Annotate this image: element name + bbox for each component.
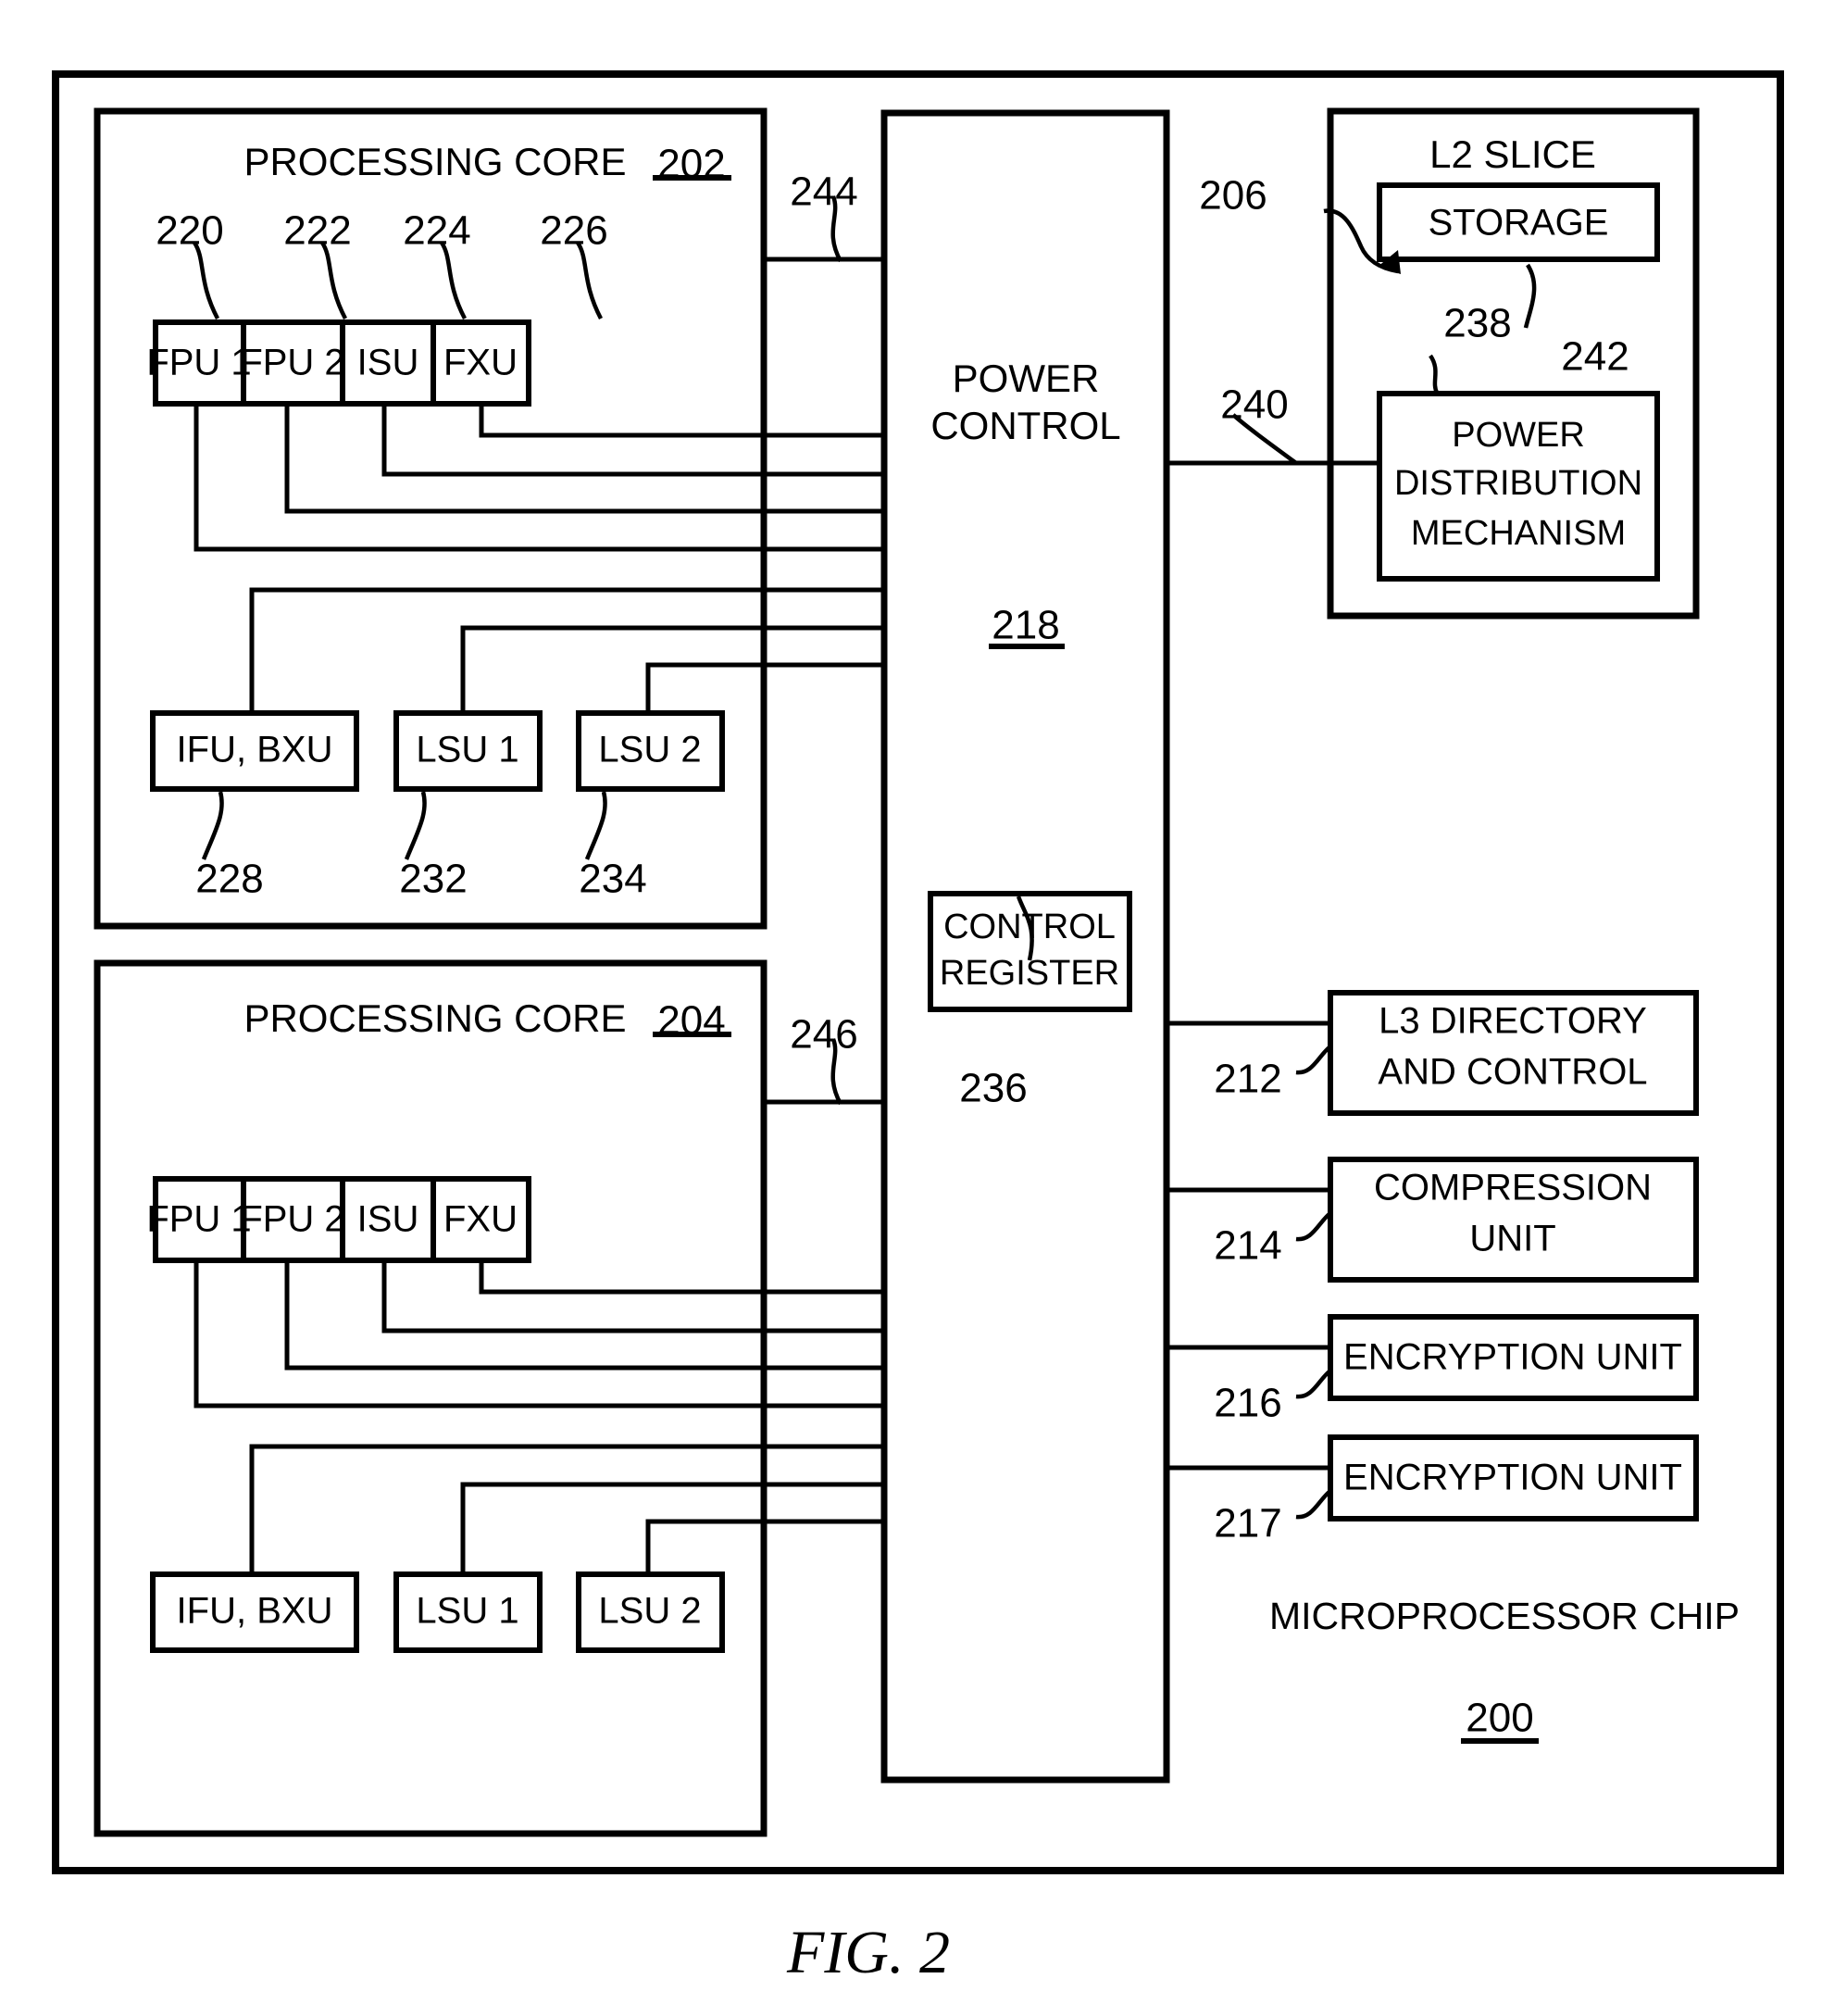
ref-217: 217 — [1214, 1501, 1281, 1546]
ref-220: 220 — [156, 208, 223, 254]
compression-line1: COMPRESSION — [1374, 1168, 1652, 1208]
ref-242: 242 — [1561, 334, 1629, 380]
core202-ifubxu-label: IFU, BXU — [177, 730, 333, 770]
core202-fxu-label: FXU — [443, 343, 518, 383]
ref-214: 214 — [1214, 1223, 1281, 1269]
core204-lsu2-label: LSU 2 — [598, 1591, 701, 1632]
chip-ref: 200 — [1466, 1696, 1533, 1741]
core202-lsu2-label: LSU 2 — [598, 730, 701, 770]
core204-isu-label: ISU — [357, 1199, 419, 1240]
pdm-line3: MECHANISM — [1411, 514, 1626, 553]
ref-236: 236 — [959, 1066, 1027, 1111]
encryption-216-label: ENCRYPTION UNIT — [1343, 1337, 1682, 1378]
chip-label: MICROPROCESSOR CHIP — [1269, 1595, 1740, 1637]
ref-228: 228 — [195, 857, 263, 902]
encryption-217-label: ENCRYPTION UNIT — [1343, 1458, 1682, 1498]
ref-234: 234 — [579, 857, 646, 902]
ref-246: 246 — [790, 1012, 857, 1058]
core204-ref: 204 — [657, 998, 725, 1044]
compression-line2: UNIT — [1469, 1219, 1555, 1259]
pdm-line1: POWER — [1452, 416, 1585, 455]
l2-slice-title: L2 SLICE — [1429, 132, 1596, 176]
power-control-line2: CONTROL — [930, 404, 1120, 447]
core204-fpu1-label: FPU 1 — [146, 1199, 251, 1240]
core202-fpu1-label: FPU 1 — [146, 343, 251, 383]
diagram-canvas: PROCESSING CORE 202 220 222 224 226 FPU … — [52, 70, 1784, 1986]
ref-244: 244 — [790, 169, 857, 215]
l3-directory-line1: L3 DIRECTORY — [1379, 1001, 1647, 1042]
core202-lsu1-label: LSU 1 — [416, 730, 518, 770]
core204-lsu1-label: LSU 1 — [416, 1591, 518, 1632]
ref-222: 222 — [283, 208, 351, 254]
ref-226: 226 — [540, 208, 607, 254]
figure-caption: FIG. 2 — [786, 1919, 950, 1986]
ref-238: 238 — [1443, 301, 1511, 346]
ref-212: 212 — [1214, 1057, 1281, 1102]
control-register-line1: CONTROL — [943, 908, 1116, 946]
pdm-line2: DISTRIBUTION — [1394, 464, 1642, 503]
core202-title: PROCESSING CORE — [243, 140, 626, 183]
ref-216: 216 — [1214, 1381, 1281, 1426]
ref-232: 232 — [399, 857, 467, 902]
core204-ifubxu-label: IFU, BXU — [177, 1591, 333, 1632]
ref-240: 240 — [1220, 382, 1288, 428]
l3-directory-line2: AND CONTROL — [1378, 1052, 1647, 1093]
ref-206: 206 — [1199, 173, 1267, 219]
control-register-line2: REGISTER — [940, 954, 1119, 993]
l2-storage-label: STORAGE — [1429, 203, 1609, 244]
ref-218: 218 — [992, 603, 1059, 648]
core202-ref: 202 — [657, 142, 725, 187]
core204-fxu-label: FXU — [443, 1199, 518, 1240]
core204-title: PROCESSING CORE — [243, 996, 626, 1040]
ref-224: 224 — [403, 208, 470, 254]
power-control-line1: POWER — [953, 357, 1100, 400]
core202-fpu2-label: FPU 2 — [240, 343, 344, 383]
core202-isu-label: ISU — [357, 343, 419, 383]
core204-fpu2-label: FPU 2 — [240, 1199, 344, 1240]
patent-figure: PROCESSING CORE 202 220 222 224 226 FPU … — [0, 0, 1847, 2016]
